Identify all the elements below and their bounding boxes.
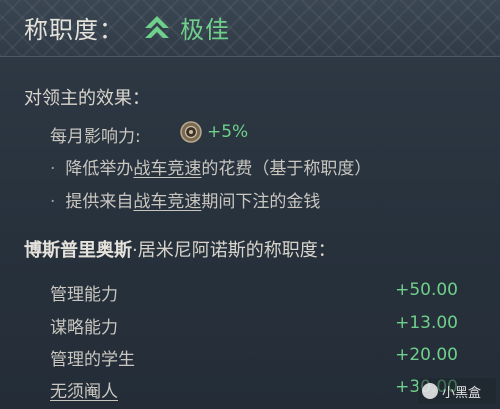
effect-bullet-1: · 降低举办战车竞速的花费（基于称职度） <box>50 154 371 179</box>
xiaoheihe-logo-icon <box>422 383 438 399</box>
bullet-prefix: 提供来自 <box>65 192 134 212</box>
watermark-text: 小黑盒 <box>442 385 482 401</box>
breakdown-row-label: 管理的学生 <box>50 350 135 370</box>
breakdown-row-value: +13.00 <box>395 313 458 333</box>
competence-value: 极佳 <box>180 16 230 44</box>
bullet-dot: · <box>50 192 56 212</box>
breakdown-row-label-link[interactable]: 无须阉人 <box>50 377 118 402</box>
effect-bullet-2: · 提供来自战车竞速期间下注的金钱 <box>50 187 320 212</box>
competence-label: 称职度： <box>24 16 124 44</box>
chariot-race-link[interactable]: 战车竞速 <box>133 192 201 212</box>
effects-title: 对领主的效果： <box>24 88 150 109</box>
competence-breakdown-suffix: ·居米尼阿诺斯的称职度： <box>132 240 336 261</box>
competence-breakdown-title: 博斯普里奥斯·居米尼阿诺斯的称职度： <box>24 236 336 262</box>
tooltip-header: 称职度： 极佳 <box>0 0 500 57</box>
breakdown-row-value: +20.00 <box>395 345 458 365</box>
breakdown-row-label: 谋略能力 <box>50 318 118 338</box>
character-name[interactable]: 博斯普里奥斯 <box>24 240 132 261</box>
chariot-race-link[interactable]: 战车竞速 <box>133 159 201 179</box>
bullet-prefix: 降低举办 <box>65 159 134 179</box>
up-double-chevron-icon <box>145 16 169 38</box>
breakdown-row-value: +50.00 <box>395 280 458 300</box>
breakdown-row-label: 管理能力 <box>50 285 118 305</box>
monthly-influence-value: +5% <box>207 122 249 142</box>
influence-coin-icon[interactable] <box>180 121 202 143</box>
monthly-influence-label: 每月影响力: <box>50 127 141 147</box>
bullet-dot: · <box>50 159 56 179</box>
bullet-suffix: 期间下注的金钱 <box>201 192 321 212</box>
watermark: 小黑盒 <box>418 378 496 404</box>
bullet-suffix: 的花费（基于称职度） <box>201 159 372 179</box>
